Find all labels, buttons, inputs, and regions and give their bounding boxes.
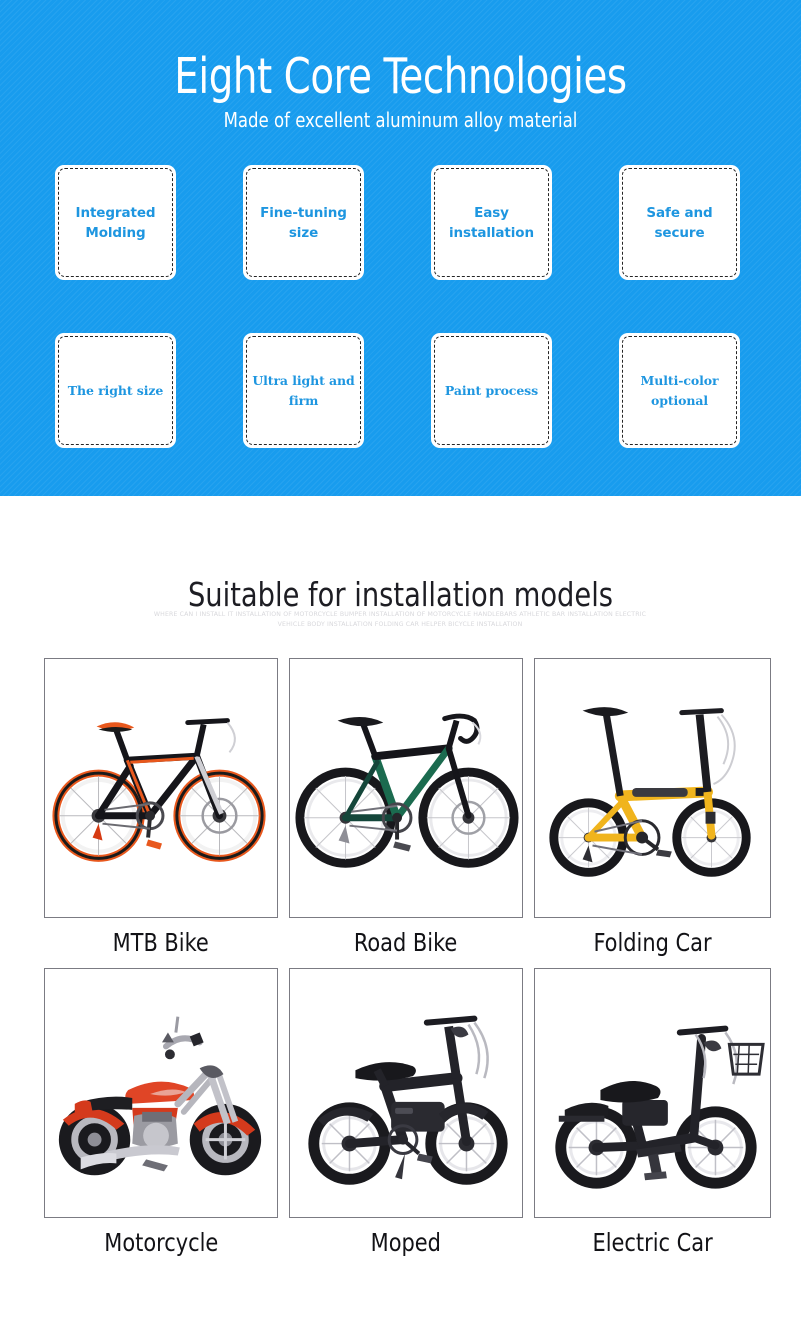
motorcycle-photo: [58, 1016, 262, 1176]
model-card-folding-car: Folding Car: [534, 658, 771, 962]
model-label: Electric Car: [592, 1228, 713, 1257]
hero-section: Eight Core Technologies Made of excellen…: [0, 0, 801, 496]
feature-label: Multi-color optional: [640, 372, 719, 408]
model-label: Moped: [370, 1228, 442, 1257]
feature-box-paint-process: Paint process: [431, 333, 552, 448]
page-title: Eight Core Technologies: [174, 47, 627, 105]
electric-scooter-photo: [555, 1025, 765, 1189]
models-grid: MTB Bike Road Bike Folding Car Motorcycl…: [44, 658, 776, 1262]
folding-bike-photo: [549, 707, 751, 877]
seo-keywords-text: WHERE CAN I INSTALL IT INSTALLATION OF M…: [153, 611, 647, 629]
model-card-electric-car: Electric Car: [534, 968, 771, 1262]
feature-box-integrated-molding: Integrated Molding: [55, 165, 176, 280]
model-image-frame: [289, 968, 523, 1218]
feature-label: Easy installation: [449, 204, 534, 241]
model-card-mtb-bike: MTB Bike: [44, 658, 278, 962]
feature-box-safe-and-secure: Safe and secure: [619, 165, 740, 280]
model-card-road-bike: Road Bike: [289, 658, 523, 962]
model-label: Folding Car: [593, 928, 712, 957]
moped-photo: [308, 1015, 508, 1185]
model-image-frame: [44, 658, 278, 918]
feature-grid: Integrated Molding Fine-tuning size Easy…: [55, 165, 745, 448]
feature-label: Fine-tuning size: [260, 204, 347, 241]
product-detail-page: Eight Core Technologies Made of excellen…: [0, 0, 801, 1341]
feature-box-fine-tuning-size: Fine-tuning size: [243, 165, 364, 280]
model-image-frame: [44, 968, 278, 1218]
model-card-moped: Moped: [289, 968, 523, 1262]
model-image-frame: [534, 968, 771, 1218]
feature-label: Paint process: [444, 382, 539, 398]
feature-label: Safe and secure: [646, 204, 713, 241]
model-image-frame: [289, 658, 523, 918]
feature-label: The right size: [67, 382, 164, 398]
feature-box-the-right-size: The right size: [55, 333, 176, 448]
model-label: MTB Bike: [112, 928, 210, 957]
model-label: Road Bike: [354, 928, 458, 957]
models-section: Suitable for installation models WHERE C…: [0, 496, 801, 1341]
model-label: Motorcycle: [104, 1228, 218, 1257]
feature-box-easy-installation: Easy installation: [431, 165, 552, 280]
feature-label: Ultra light and firm: [252, 372, 355, 408]
page-subtitle: Made of excellent aluminum alloy materia…: [223, 108, 578, 132]
mtb-bike-photo: [52, 718, 266, 862]
road-bike-photo: [295, 713, 519, 868]
model-image-frame: [534, 658, 771, 918]
feature-box-ultra-light-and-firm: Ultra light and firm: [243, 333, 364, 448]
feature-box-multi-color-optional: Multi-color optional: [619, 333, 740, 448]
feature-label: Integrated Molding: [75, 204, 156, 241]
model-card-motorcycle: Motorcycle: [44, 968, 278, 1262]
